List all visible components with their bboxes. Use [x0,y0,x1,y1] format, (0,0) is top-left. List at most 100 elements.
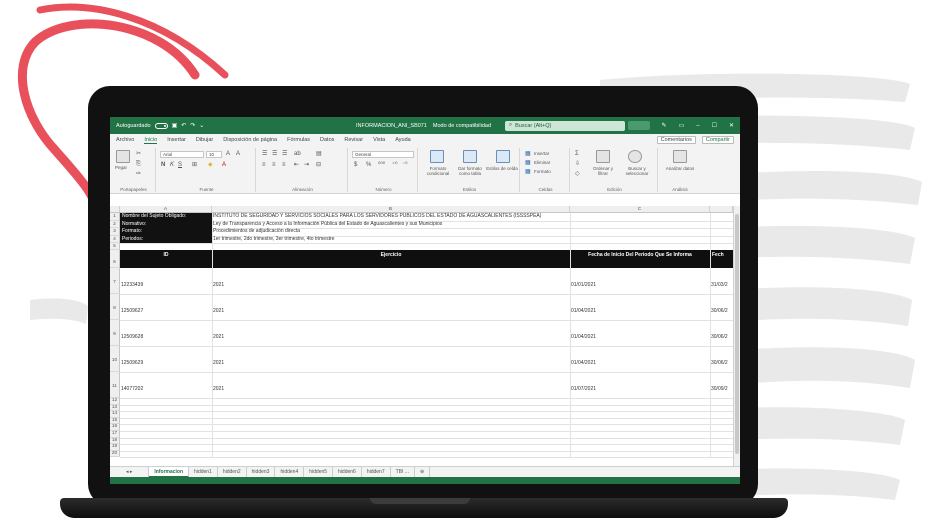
decrease-decimal-icon[interactable]: ⁻⁰ [402,162,408,168]
sheet-tab-2[interactable]: hidden2 [218,466,247,478]
fill-color-icon[interactable]: ◈ [208,162,213,168]
cell-id[interactable]: 12509629 [121,360,211,366]
tab-9[interactable]: Ayuda [395,137,411,143]
align-left-icon[interactable]: ≡ [262,162,266,168]
cell-ejercicio[interactable]: 2021 [213,308,569,314]
comments-button[interactable]: Comentarios [656,136,696,144]
row-header[interactable]: 16 [110,424,120,431]
sheet-tab-6[interactable]: hidden6 [333,466,362,478]
percent-icon[interactable]: % [366,162,371,168]
row-header[interactable]: 7 [110,268,120,294]
increase-decimal-icon[interactable]: ⁺⁰ [392,162,398,168]
column-header-d[interactable] [710,206,733,213]
align-top-icon[interactable]: ☰ [262,151,267,157]
analyze-data-label[interactable]: Analizar datos [664,166,696,171]
increase-font-icon[interactable]: A [226,151,230,157]
search-box[interactable]: ⌕ Buscar (Alt+Q) [505,120,626,131]
cell-ejercicio[interactable]: 2021 [213,386,569,392]
cell-fecha-inicio[interactable]: 01/04/2021 [571,308,709,314]
paste-icon[interactable] [116,150,130,163]
cell-ejercicio[interactable]: 2021 [213,360,569,366]
cell-fecha-fin[interactable]: 30/06/2 [711,334,732,340]
conditional-format-label[interactable]: Formato condicional [422,166,454,176]
minimize-icon[interactable]: – [696,123,699,129]
sheet-tab-5[interactable]: hidden5 [304,466,334,478]
row-header[interactable]: 6 [110,250,120,268]
meta-label[interactable]: Normativo: [120,220,212,228]
cell-id[interactable]: 12509628 [121,334,211,340]
currency-icon[interactable]: $ [354,162,357,168]
cell-fecha-fin[interactable]: 30/06/2 [711,308,732,314]
meta-label[interactable]: Periodos: [120,235,212,243]
tab-6[interactable]: Datos [320,137,334,143]
row-header[interactable]: 3 [110,228,120,236]
tab-7[interactable]: Revisar [344,137,363,143]
header-fecha-fin[interactable]: Fech [712,252,733,258]
cut-icon[interactable]: ✂ [136,151,141,157]
vertical-scrollbar[interactable] [733,206,740,466]
font-name-field[interactable]: Arial [160,151,204,158]
tab-2[interactable]: Insertar [167,137,186,143]
cell-fecha-inicio[interactable]: 01/04/2021 [571,334,709,340]
clear-icon[interactable]: ◇ [575,171,580,177]
borders-icon[interactable]: ⊞ [192,162,197,168]
cell-fecha-inicio[interactable]: 01/01/2021 [571,282,709,288]
thousands-icon[interactable]: ⁰⁰⁰ [378,162,385,168]
meta-value[interactable]: Ley de Transparencia y Acceso a la Infor… [213,221,732,229]
customize-toolbar-icon[interactable]: ⌄ [199,122,204,129]
tab-5[interactable]: Fórmulas [287,137,310,143]
align-bottom-icon[interactable]: ☰ [282,151,287,157]
meta-label[interactable]: Formato: [120,228,212,236]
save-icon[interactable]: ▣ [172,122,178,129]
format-cells-icon[interactable]: ▦ [525,169,531,175]
find-select-icon[interactable] [628,150,642,163]
meta-value[interactable]: 1er trimestre, 2do trimestre, 3er trimes… [213,236,732,244]
column-header-a[interactable]: A [120,206,212,213]
cell-fecha-fin[interactable]: 31/03/2 [711,282,732,288]
align-right-icon[interactable]: ≡ [282,162,286,168]
row-header[interactable]: 20 [110,450,120,458]
delete-label[interactable]: Eliminar [534,160,550,165]
row-header[interactable]: 5 [110,243,120,250]
cell-styles-label[interactable]: Estilos de celda [486,166,518,171]
analyze-data-icon[interactable] [673,150,687,163]
format-as-table-label[interactable]: Dar formato como tabla [454,166,486,176]
fill-icon[interactable]: ⇩ [575,161,580,167]
format-painter-icon[interactable]: ✑ [136,171,141,177]
wrap-text-icon[interactable]: ▤ [316,151,322,157]
sheet-nav-icon[interactable]: ◂ ▸ [110,466,150,478]
align-middle-icon[interactable]: ☰ [272,151,277,157]
sheet-tab-4[interactable]: hidden4 [275,466,305,478]
cell-fecha-fin[interactable]: 30/06/2 [711,360,732,366]
add-sheet-icon[interactable]: ⊕ [415,466,431,478]
cell-id[interactable]: 14077202 [121,386,211,392]
row-header[interactable]: 2 [110,220,120,228]
sheet-tab-7[interactable]: hidden7 [362,466,391,478]
sort-filter-icon[interactable] [596,150,610,163]
close-icon[interactable]: ✕ [729,122,734,129]
merge-center-icon[interactable]: ⊟ [316,162,321,168]
cell-styles-icon[interactable] [496,150,510,163]
row-header[interactable]: 4 [110,235,120,243]
header-fecha-inicio[interactable]: Fecha de Inicio Del Periodo Que Se Infor… [570,252,710,258]
format-as-table-icon[interactable] [463,150,477,163]
conditional-format-icon[interactable] [430,150,444,163]
column-header-c[interactable]: C [570,206,710,213]
number-format-field[interactable]: General [352,151,414,158]
insert-label[interactable]: Insertar [534,151,549,156]
header-id[interactable]: ID [120,252,212,258]
format-label[interactable]: Formato [534,169,551,174]
meta-label[interactable]: Nombre del Sujeto Obligado: [120,213,212,221]
bold-icon[interactable]: N [161,162,165,168]
row-header[interactable]: 8 [110,294,120,320]
align-center-icon[interactable]: ≡ [272,162,276,168]
worksheet-grid[interactable]: A B C 1 Nombre del Sujeto Obligado: INSTITUTO… [110,206,740,466]
row-header[interactable]: 19 [110,444,120,451]
row-header[interactable]: 14 [110,411,120,418]
orientation-icon[interactable]: ab [294,151,301,157]
autosum-icon[interactable]: Σ [575,151,579,157]
row-header[interactable]: 10 [110,346,120,372]
insert-cells-icon[interactable]: ▦ [525,151,531,157]
tab-0[interactable]: Archivo [116,137,134,143]
cell-ejercicio[interactable]: 2021 [213,334,569,340]
